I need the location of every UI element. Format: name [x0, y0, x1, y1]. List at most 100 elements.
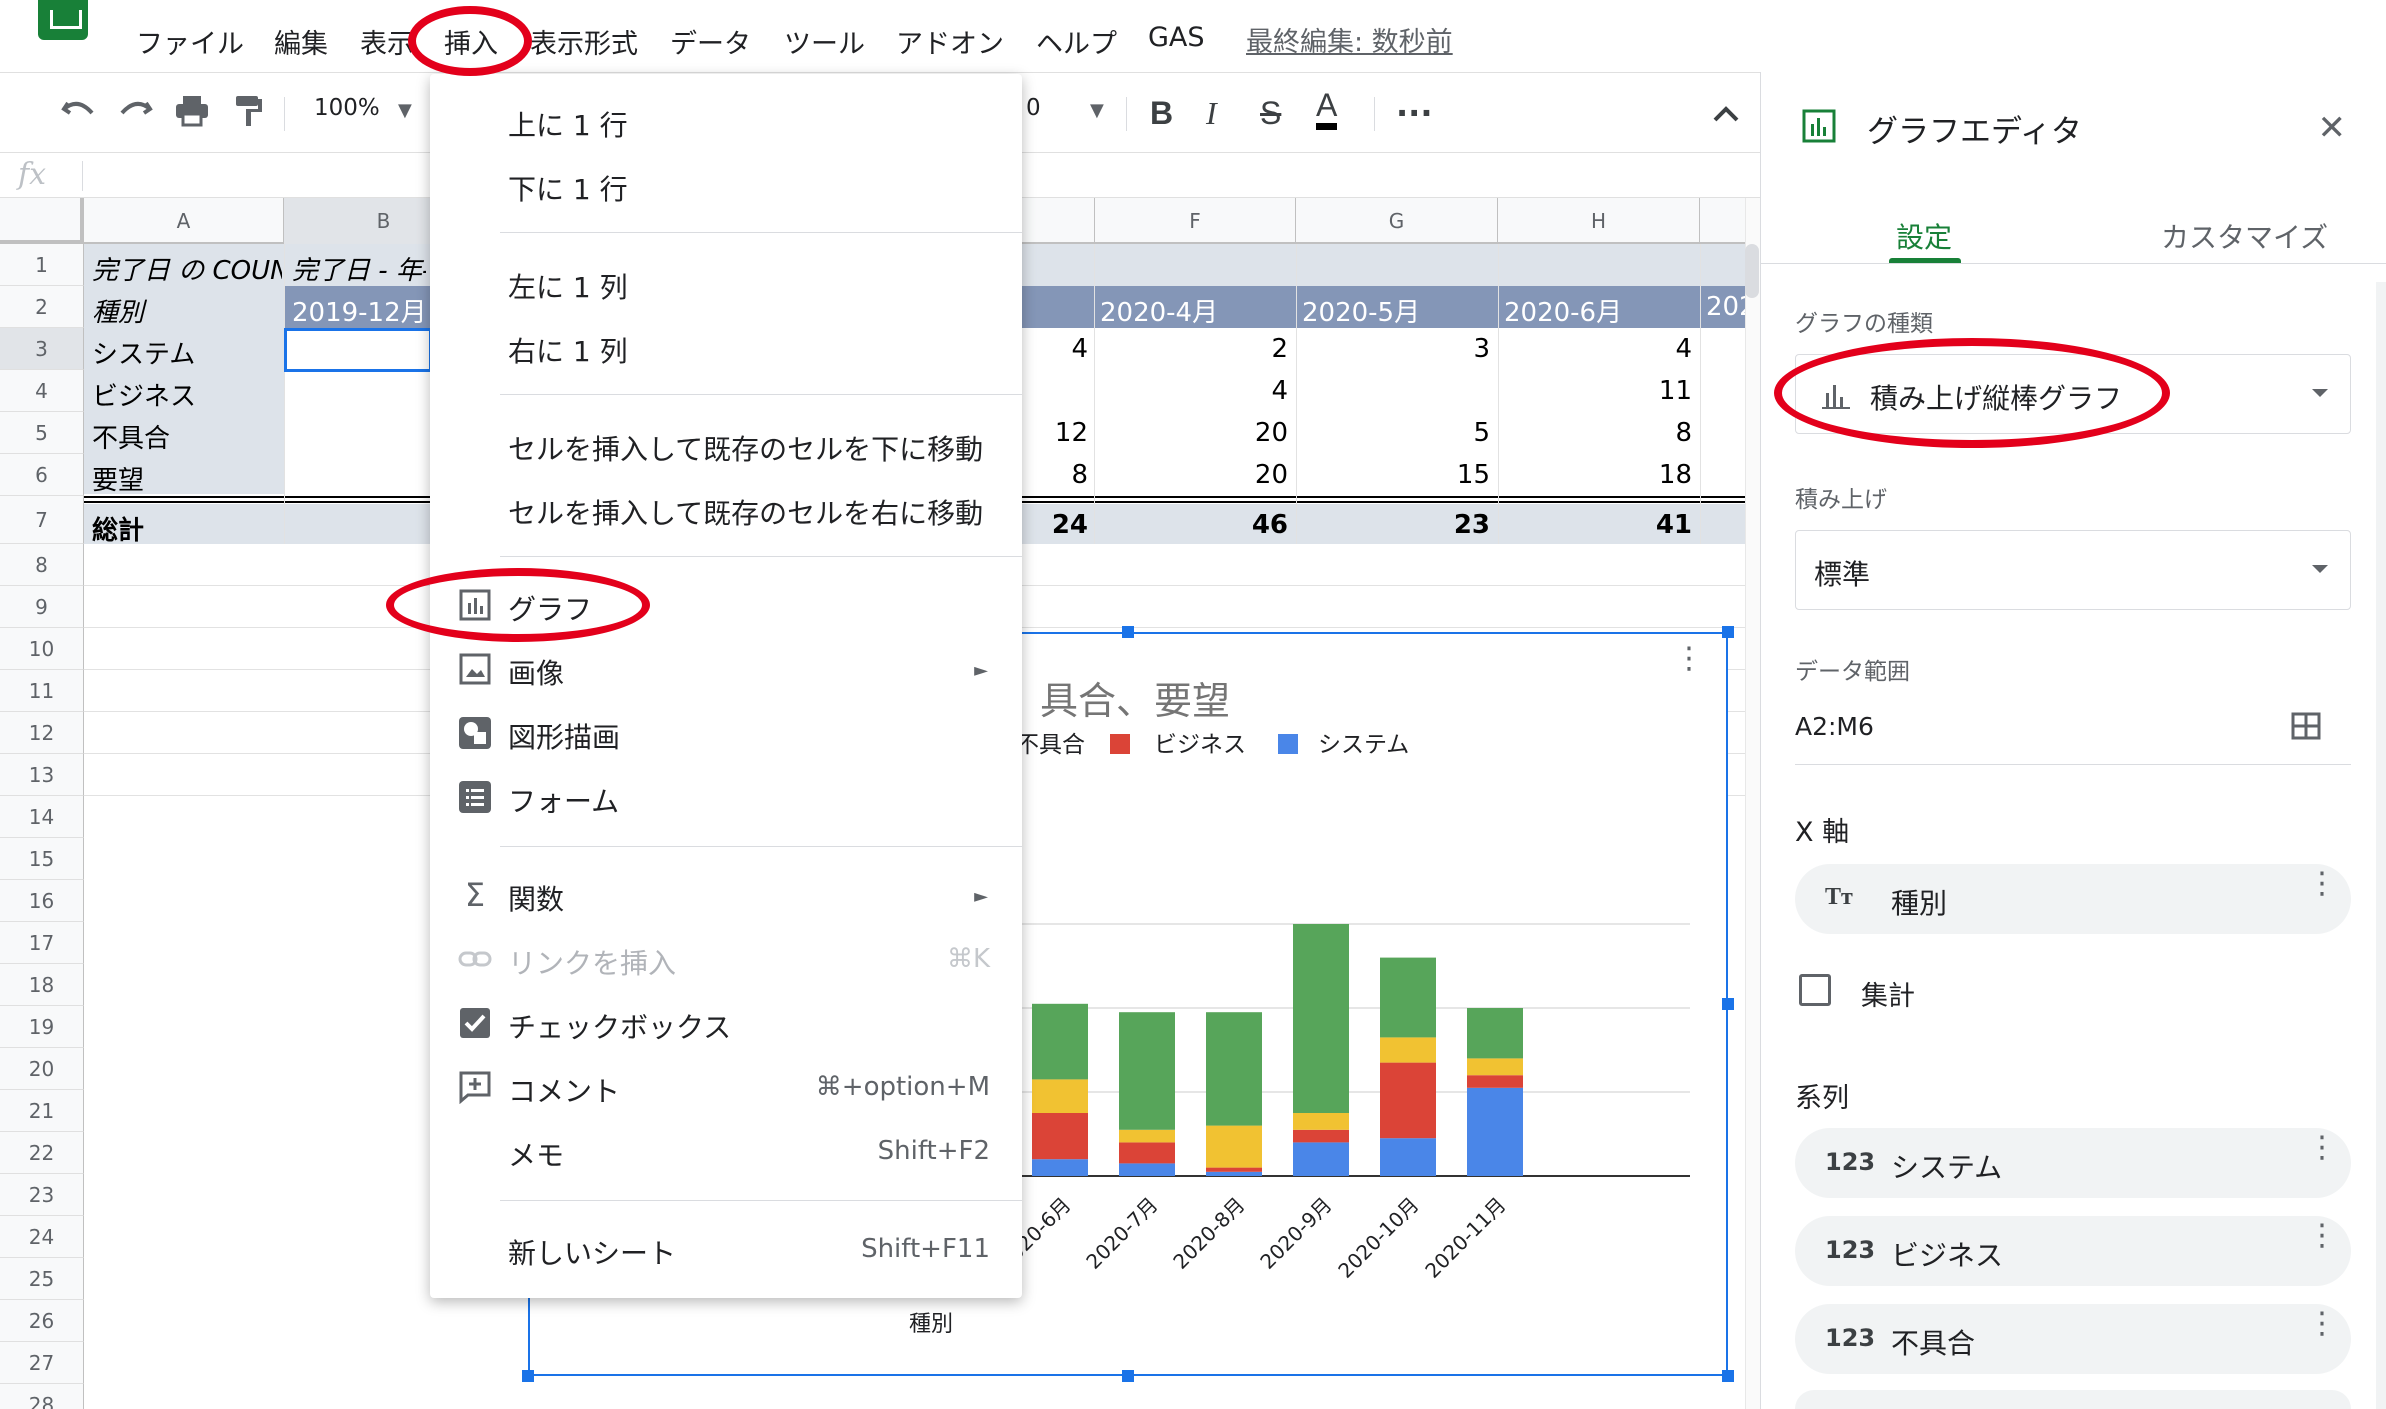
chart-more-icon[interactable]: ⋮: [1674, 644, 1704, 674]
menu-edit[interactable]: 編集: [274, 22, 328, 61]
cell-f3[interactable]: 2: [1196, 334, 1288, 364]
chart-bar-segment[interactable]: [1032, 1113, 1088, 1160]
tab-customize[interactable]: カスタマイズ: [2161, 216, 2328, 256]
cell-f2[interactable]: 2020-5月: [1302, 292, 1420, 329]
row-header[interactable]: 12: [0, 712, 84, 754]
cell-a1[interactable]: 完了日 の COUN: [92, 250, 282, 287]
selected-cell-b3[interactable]: [284, 328, 432, 372]
row-header[interactable]: 11: [0, 670, 84, 712]
resize-handle[interactable]: [522, 1370, 534, 1382]
cell-g2[interactable]: 2020-6月: [1504, 292, 1622, 329]
cell-g5[interactable]: 5: [1398, 418, 1490, 448]
chart-bar-segment[interactable]: [1032, 1159, 1088, 1176]
series-pill[interactable]: [1795, 1390, 2351, 1409]
row-header[interactable]: 7: [0, 496, 84, 544]
column-header-h[interactable]: H: [1498, 198, 1700, 244]
cell-g3[interactable]: 3: [1398, 334, 1490, 364]
column-header-f[interactable]: F: [1094, 198, 1296, 244]
chart-bar-segment[interactable]: [1032, 1003, 1088, 1080]
row-header[interactable]: 21: [0, 1090, 84, 1132]
chart-bar-segment[interactable]: [1293, 1129, 1349, 1143]
cell-f5[interactable]: 20: [1196, 418, 1288, 448]
row-header[interactable]: 3: [0, 328, 84, 370]
chart-bar-segment[interactable]: [1380, 1138, 1436, 1176]
chart-bar-segment[interactable]: [1206, 1012, 1262, 1126]
undo-icon[interactable]: [60, 93, 96, 134]
resize-handle[interactable]: [1722, 1370, 1734, 1382]
sheets-logo-icon[interactable]: [38, 0, 88, 40]
more-vert-icon[interactable]: ⋮: [2307, 1309, 2337, 1339]
chart-bar-segment[interactable]: [1467, 1087, 1523, 1176]
cell-a5[interactable]: 不具合: [92, 418, 170, 455]
cell-a2[interactable]: 種別: [92, 292, 282, 329]
row-header[interactable]: 28: [0, 1384, 84, 1409]
cell-h2[interactable]: 202: [1706, 292, 1745, 322]
chart-bar-segment[interactable]: [1293, 1113, 1349, 1130]
data-range-input[interactable]: A2:M6: [1795, 712, 1874, 741]
row-header[interactable]: 8: [0, 544, 84, 586]
row-header[interactable]: 26: [0, 1300, 84, 1342]
row-header[interactable]: 25: [0, 1258, 84, 1300]
resize-handle[interactable]: [1722, 998, 1734, 1010]
menu-item-drawing[interactable]: 図形描画: [508, 716, 620, 756]
chart-bar-segment[interactable]: [1380, 1037, 1436, 1063]
menu-help[interactable]: ヘルプ: [1036, 22, 1117, 61]
chart-bar-segment[interactable]: [1206, 1167, 1262, 1172]
column-header-g[interactable]: G: [1296, 198, 1498, 244]
last-edit-link[interactable]: 最終編集: 数秒前: [1246, 20, 1453, 59]
cell-a3[interactable]: システム: [92, 334, 195, 371]
row-header[interactable]: 22: [0, 1132, 84, 1174]
menu-item-note[interactable]: メモ: [508, 1134, 564, 1174]
row-header[interactable]: 9: [0, 586, 84, 628]
redo-icon[interactable]: [118, 93, 154, 134]
cell-b1[interactable]: 完了日 - 年-: [292, 250, 426, 287]
cell-h6[interactable]: 18: [1600, 460, 1692, 490]
row-header[interactable]: 6: [0, 454, 84, 496]
paint-format-icon[interactable]: [232, 93, 264, 136]
row-header[interactable]: 23: [0, 1174, 84, 1216]
menu-tools[interactable]: ツール: [784, 22, 865, 61]
cell-h4[interactable]: 11: [1600, 376, 1692, 406]
menu-item-insert-cells-shift-right[interactable]: セルを挿入して既存のセルを右に移動: [508, 492, 983, 532]
chart-bar-segment[interactable]: [1119, 1163, 1175, 1176]
row-header[interactable]: 24: [0, 1216, 84, 1258]
grid-select-icon[interactable]: [2291, 712, 2321, 740]
font-size-field[interactable]: 0: [1026, 95, 1041, 121]
menu-item-insert-cells-shift-down[interactable]: セルを挿入して既存のセルを下に移動: [508, 428, 983, 468]
aggregate-checkbox[interactable]: [1799, 974, 1831, 1006]
select-all-corner[interactable]: [0, 198, 84, 244]
zoom-caret-icon[interactable]: ▼: [398, 91, 412, 131]
print-icon[interactable]: [174, 93, 210, 136]
menu-file[interactable]: ファイル: [136, 22, 244, 61]
row-header[interactable]: 19: [0, 1006, 84, 1048]
menu-item-image[interactable]: 画像: [508, 652, 564, 692]
panel-scrollbar[interactable]: [2376, 282, 2386, 1409]
close-icon[interactable]: ✕: [2318, 108, 2347, 148]
bold-icon[interactable]: B: [1150, 93, 1173, 133]
chart-bar-segment[interactable]: [1032, 1079, 1088, 1113]
resize-handle[interactable]: [1122, 626, 1134, 638]
tab-setup[interactable]: 設定: [1896, 216, 1952, 256]
menu-item-new-sheet[interactable]: 新しいシート: [508, 1232, 676, 1272]
menu-item-form[interactable]: フォーム: [508, 780, 619, 820]
menu-item-insert-row-below[interactable]: 下に 1 行: [508, 168, 628, 208]
row-header[interactable]: 20: [0, 1048, 84, 1090]
grid-scrollbar-track[interactable]: [1745, 198, 1760, 1409]
row-header[interactable]: 17: [0, 922, 84, 964]
cell-a6[interactable]: 要望: [92, 460, 144, 497]
chart-bar-segment[interactable]: [1119, 1129, 1175, 1143]
cell-f7[interactable]: 46: [1196, 510, 1288, 540]
strikethrough-icon[interactable]: S: [1260, 93, 1281, 133]
chart-bar-segment[interactable]: [1467, 1058, 1523, 1076]
chart-bar-segment[interactable]: [1293, 1142, 1349, 1176]
more-vert-icon[interactable]: ⋮: [2307, 869, 2337, 899]
menu-item-insert-link[interactable]: リンクを挿入: [508, 942, 676, 982]
row-header[interactable]: 1: [0, 244, 84, 286]
series-pill[interactable]: 123 ビジネス ⋮: [1795, 1216, 2351, 1286]
menu-item-function[interactable]: 関数: [508, 878, 564, 918]
collapse-toolbar-icon[interactable]: [1712, 93, 1740, 133]
cell-a7[interactable]: 総計: [92, 510, 144, 547]
series-pill[interactable]: 123 システム ⋮: [1795, 1128, 2351, 1198]
cell-f6[interactable]: 20: [1196, 460, 1288, 490]
text-color-icon[interactable]: A: [1316, 87, 1338, 130]
